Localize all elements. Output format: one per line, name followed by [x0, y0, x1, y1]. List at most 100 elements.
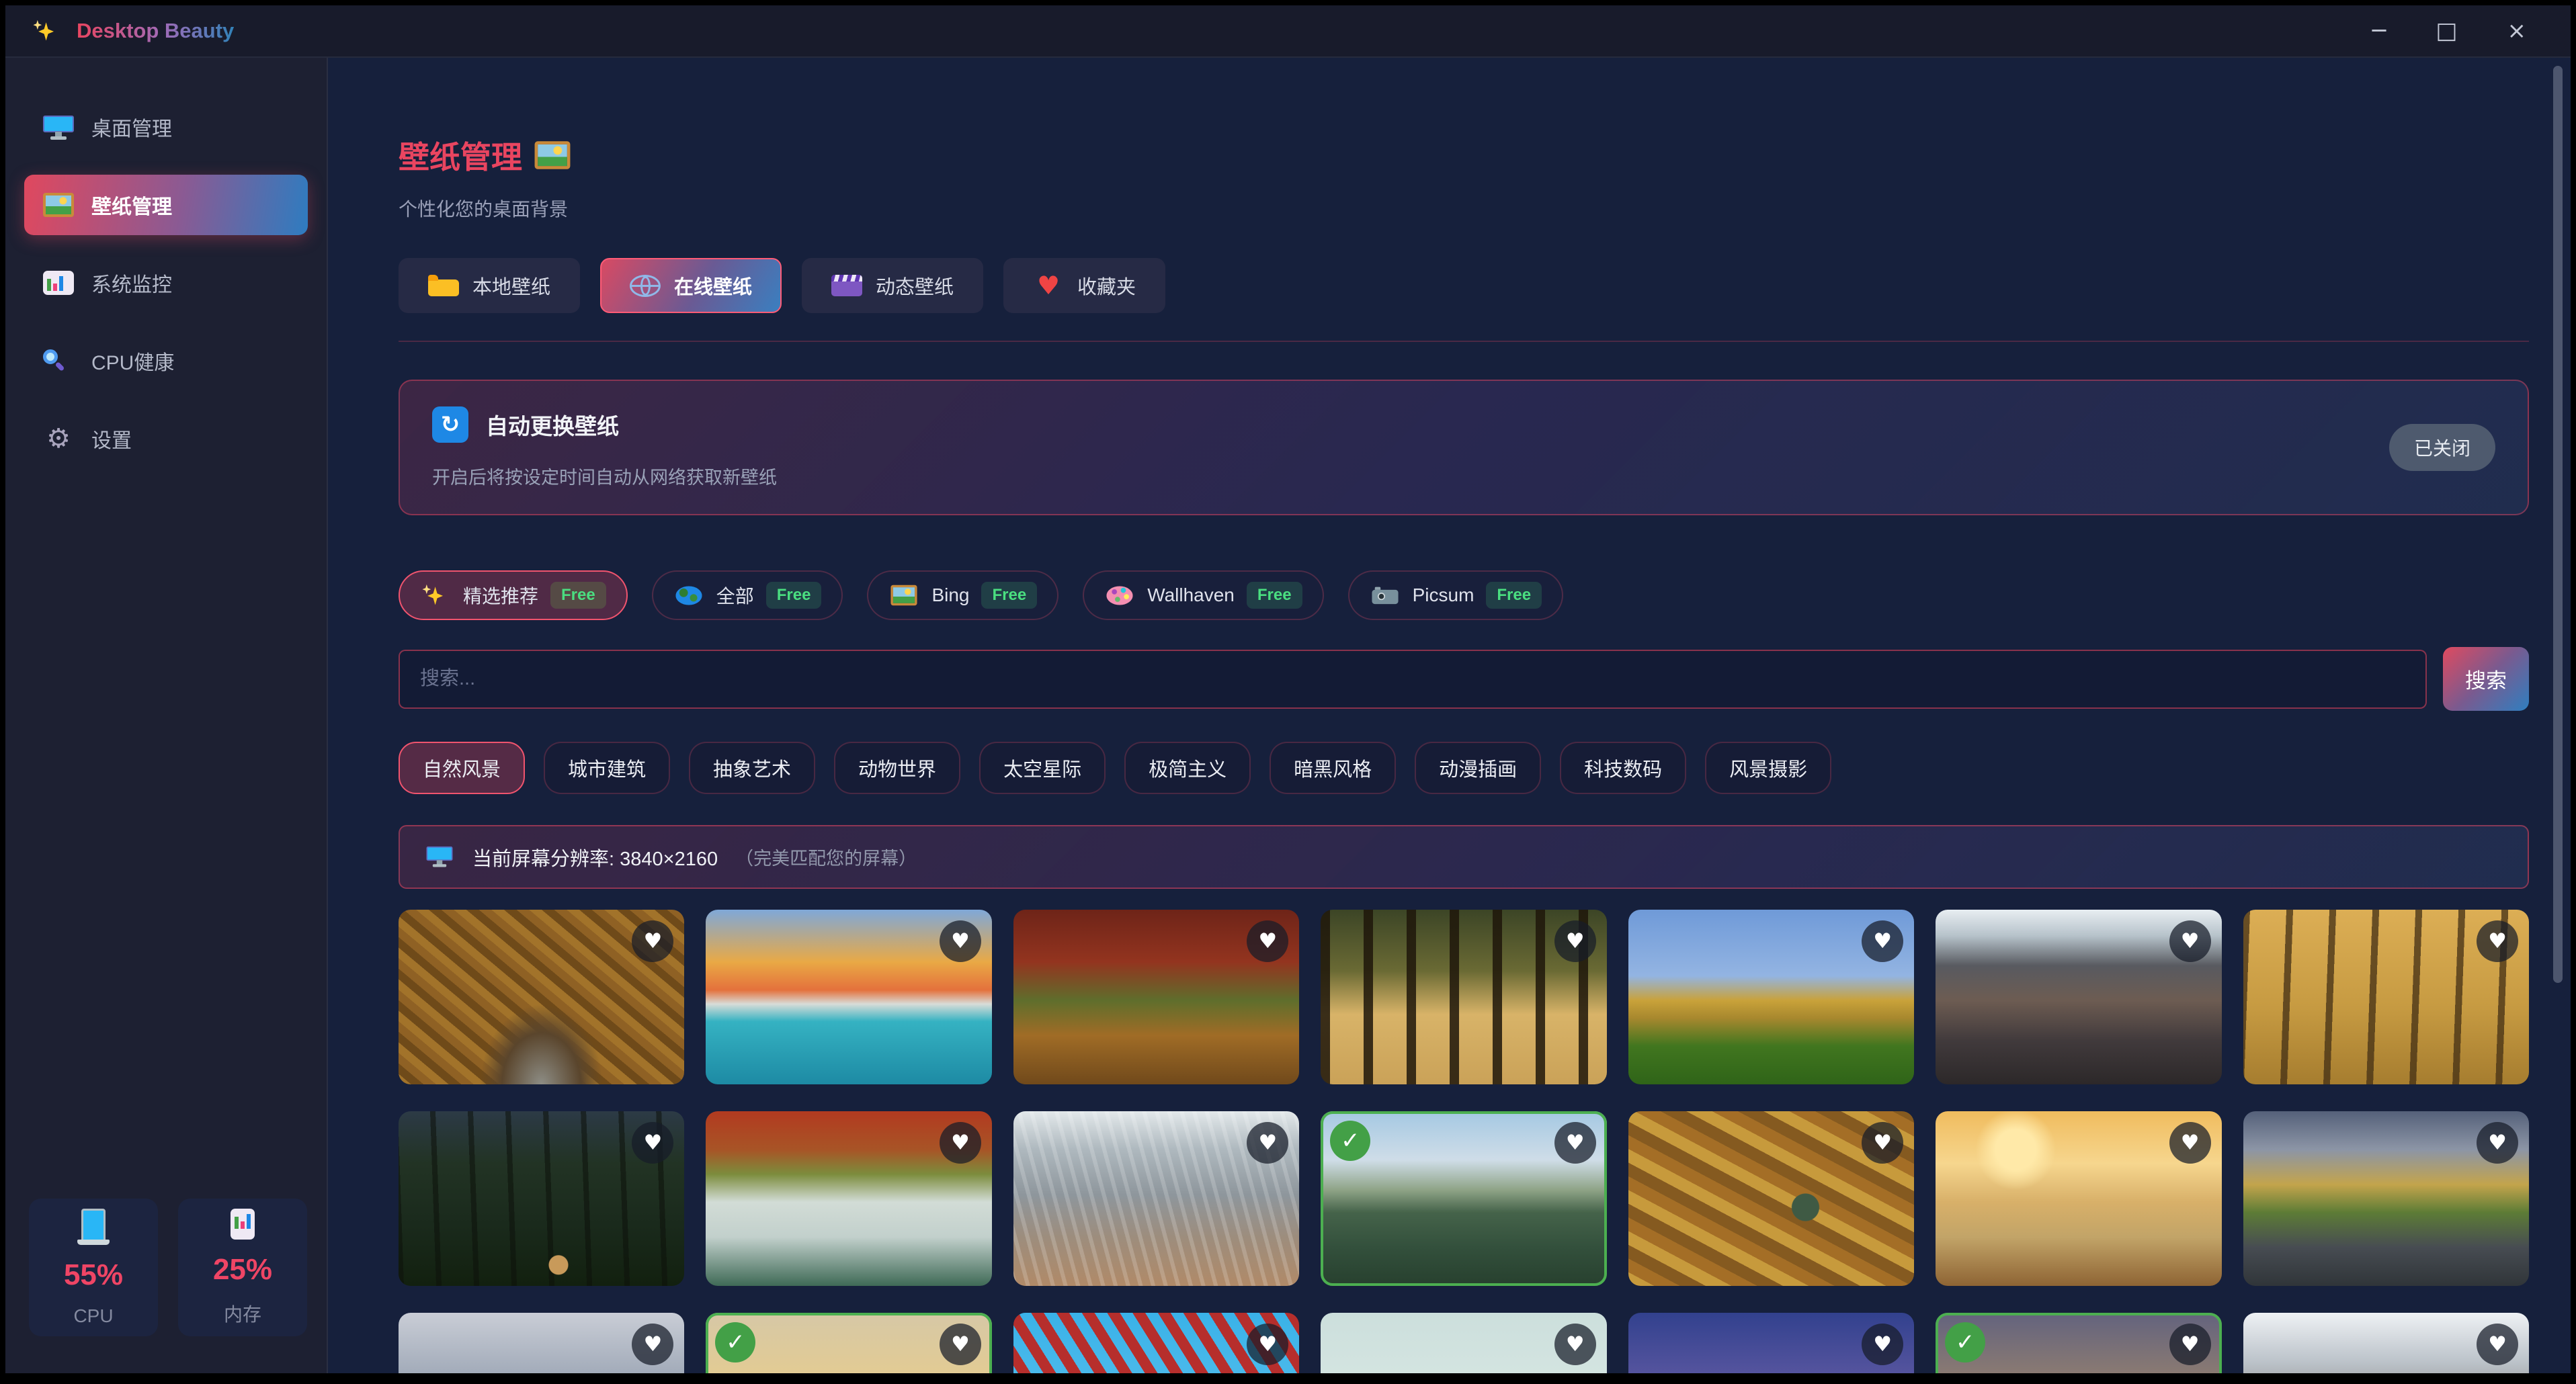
source-icon — [422, 585, 448, 606]
sidebar-item-settings[interactable]: 设置 — [24, 408, 308, 469]
favorite-button[interactable]: ♥ — [1862, 1324, 1903, 1365]
category-label: 动漫插画 — [1439, 754, 1517, 782]
maximize-button[interactable]: □ — [2436, 19, 2457, 42]
search-input[interactable] — [399, 650, 2427, 709]
favorite-button[interactable]: ♥ — [1554, 1324, 1596, 1365]
tab-online[interactable]: 在线壁纸 — [600, 258, 782, 313]
heart-icon: ♥ — [2181, 1133, 2200, 1154]
tab-local[interactable]: 本地壁纸 — [399, 258, 580, 313]
search-button[interactable]: 搜索 — [2443, 647, 2529, 711]
category-chip-animals[interactable]: 动物世界 — [834, 742, 960, 794]
wallpaper-thumbnail-autumn-leaves-overhead[interactable]: ✓ ♥ — [399, 910, 684, 1084]
stat-card-memory: 25% 内存 — [178, 1199, 307, 1336]
source-icon — [891, 585, 917, 606]
category-chip-city[interactable]: 城市建筑 — [544, 742, 670, 794]
sidebar-item-cpu-health[interactable]: CPU健康 — [24, 331, 308, 391]
heart-icon: ♥ — [1566, 1334, 1585, 1355]
wallpaper-thumbnail-valencia-architecture-sunset[interactable]: ✓ ♥ — [706, 910, 991, 1084]
favorite-button[interactable]: ♥ — [632, 1122, 673, 1164]
wallpaper-thumbnail-volcanic-crater[interactable]: ✓ ♥ — [1936, 910, 2221, 1084]
picture-icon — [535, 141, 571, 169]
wallpaper-thumbnail-red-autumn-path[interactable]: ✓ ♥ — [1013, 910, 1299, 1084]
close-button[interactable]: × — [2507, 19, 2527, 42]
category-label: 抽象艺术 — [713, 754, 791, 782]
source-chip-picsum[interactable]: Picsum Free — [1348, 570, 1564, 620]
favorite-button[interactable]: ♥ — [1247, 1324, 1288, 1365]
scrollbar-thumb[interactable] — [2553, 66, 2563, 983]
favorite-button[interactable]: ♥ — [940, 1324, 981, 1365]
stat-icon — [231, 1209, 255, 1240]
category-chip-abstract[interactable]: 抽象艺术 — [689, 742, 815, 794]
favorite-button[interactable]: ♥ — [2477, 920, 2518, 962]
main-content: 壁纸管理 个性化您的桌面背景 本地壁纸 在线壁纸 — [328, 58, 2571, 1373]
wallpaper-thumbnail-red-leaves-blue-sky[interactable]: ✓ ♥ — [1013, 1313, 1299, 1373]
search-row: 搜索 — [399, 647, 2529, 711]
category-chip-tech[interactable]: 科技数码 — [1560, 742, 1686, 794]
wallpaper-thumbnail-coastal-town-dusk[interactable]: ✓ ♥ — [1628, 1313, 1914, 1373]
source-filters: 精选推荐 Free 全部 Free Bing Free — [399, 570, 2529, 620]
favorite-button[interactable]: ♥ — [1247, 1122, 1288, 1164]
favorite-button[interactable]: ♥ — [632, 920, 673, 962]
source-chip-all[interactable]: 全部 Free — [652, 570, 843, 620]
wallpaper-thumbnail-gray-rocky-cliff[interactable]: ✓ ♥ — [1013, 1111, 1299, 1286]
wallpaper-grid: ✓ ♥ ✓ ♥ ✓ — [399, 910, 2529, 1373]
sidebar-item-icon — [43, 271, 74, 295]
wallpaper-thumbnail-lake-dock[interactable]: ✓ ♥ — [1321, 1111, 1606, 1286]
category-chip-nature[interactable]: 自然风景 — [399, 742, 525, 794]
sidebar-item-wallpaper[interactable]: 壁纸管理 — [24, 175, 308, 235]
wallpaper-thumbnail-lake-sunset-church[interactable]: ✓ ♥ — [1936, 1111, 2221, 1286]
favorite-button[interactable]: ♥ — [632, 1324, 673, 1365]
category-label: 太空星际 — [1003, 754, 1081, 782]
source-chip-wallhaven[interactable]: Wallhaven Free — [1083, 570, 1323, 620]
page-title-text: 壁纸管理 — [399, 133, 522, 177]
wallpaper-thumbnail-orange-sunset-field[interactable]: ✓ ♥ — [1936, 1313, 2221, 1373]
favorite-button[interactable]: ♥ — [2169, 920, 2211, 962]
auto-change-title: 自动更换壁纸 — [486, 408, 619, 441]
category-label: 动物世界 — [858, 754, 936, 782]
category-chip-anime[interactable]: 动漫插画 — [1415, 742, 1541, 794]
wallpaper-thumbnail-autumn-valley-train[interactable]: ✓ ♥ — [1628, 1111, 1914, 1286]
heart-icon: ♥ — [2181, 931, 2200, 952]
wallpaper-thumbnail-sunset-hills[interactable]: ✓ ♥ — [706, 1313, 991, 1373]
favorite-button[interactable]: ♥ — [2169, 1324, 2211, 1365]
sidebar-item-label: 壁纸管理 — [91, 190, 172, 220]
favorite-button[interactable]: ♥ — [940, 920, 981, 962]
category-chip-space[interactable]: 太空星际 — [979, 742, 1106, 794]
category-chip-minimal[interactable]: 极简主义 — [1124, 742, 1251, 794]
stat-value: 55% — [64, 1258, 123, 1292]
heart-icon: ♥ — [951, 931, 970, 952]
wallpaper-thumbnail-golden-hills-blue-sky[interactable]: ✓ ♥ — [1628, 910, 1914, 1084]
source-chip-bing[interactable]: Bing Free — [867, 570, 1058, 620]
tab-label: 动态壁纸 — [876, 271, 954, 300]
wallpaper-thumbnail-stormy-mountains[interactable]: ✓ ♥ — [2243, 1313, 2529, 1373]
category-chip-dark[interactable]: 暗黑风格 — [1270, 742, 1396, 794]
favorite-button[interactable]: ♥ — [1862, 920, 1903, 962]
source-chip-featured[interactable]: 精选推荐 Free — [399, 570, 628, 620]
sidebar-item-system-monitor[interactable]: 系统监控 — [24, 253, 308, 313]
wallpaper-thumbnail-mountain-peaks-clouds[interactable]: ✓ ♥ — [399, 1313, 684, 1373]
tab-favorites[interactable]: 收藏夹 — [1003, 258, 1165, 313]
favorite-button[interactable]: ♥ — [1862, 1122, 1903, 1164]
tab-dynamic[interactable]: 动态壁纸 — [802, 258, 983, 313]
wallpaper-thumbnail-dark-forest-cottage[interactable]: ✓ ♥ — [399, 1111, 684, 1286]
source-icon — [1372, 590, 1398, 604]
minimize-button[interactable]: ─ — [2372, 19, 2386, 42]
category-chip-photography[interactable]: 风景摄影 — [1705, 742, 1831, 794]
wallpaper-thumbnail-pale-sky-red-flowers[interactable]: ✓ ♥ — [1321, 1313, 1606, 1373]
favorite-button[interactable]: ♥ — [1554, 920, 1596, 962]
free-badge: Free — [1486, 582, 1542, 609]
wallpaper-thumbnail-autumn-mountain-road[interactable]: ✓ ♥ — [2243, 1111, 2529, 1286]
favorite-button[interactable]: ♥ — [1247, 920, 1288, 962]
wallpaper-thumbnail-golden-autumn-forest[interactable]: ✓ ♥ — [2243, 910, 2529, 1084]
favorite-button[interactable]: ♥ — [2169, 1122, 2211, 1164]
favorite-button[interactable]: ♥ — [2477, 1324, 2518, 1365]
favorite-button[interactable]: ♥ — [940, 1122, 981, 1164]
sidebar-item-desktop[interactable]: 桌面管理 — [24, 97, 308, 157]
wallpaper-thumbnail-autumn-tree-avenue[interactable]: ✓ ♥ — [1321, 910, 1606, 1084]
wallpaper-thumbnail-autumn-waterfall[interactable]: ✓ ♥ — [706, 1111, 991, 1286]
category-label: 风景摄影 — [1729, 754, 1807, 782]
heart-icon: ♥ — [2488, 1133, 2507, 1154]
favorite-button[interactable]: ♥ — [1554, 1122, 1596, 1164]
favorite-button[interactable]: ♥ — [2477, 1122, 2518, 1164]
auto-change-toggle[interactable]: 已关闭 — [2389, 424, 2495, 471]
